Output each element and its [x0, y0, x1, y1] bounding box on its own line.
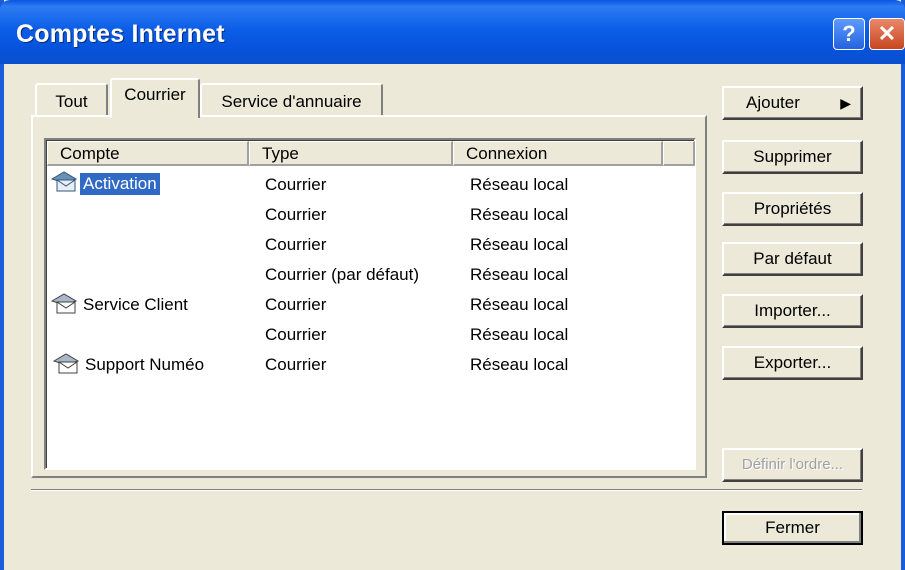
close-button[interactable]: Fermer	[722, 511, 863, 545]
tab-courrier[interactable]: Courrier	[110, 78, 200, 118]
help-icon: ?	[842, 21, 856, 46]
column-header-type[interactable]: Type	[249, 141, 453, 166]
window-title: Comptes Internet	[16, 20, 225, 48]
column-header-connexion[interactable]: Connexion	[453, 141, 663, 166]
mail-account-icon	[50, 293, 78, 314]
title-bar[interactable]: Comptes Internet ? ✕	[0, 0, 905, 64]
properties-button[interactable]: Propriétés	[722, 192, 863, 226]
row-connection: Réseau local	[470, 295, 569, 314]
mail-account-icon	[52, 353, 80, 374]
row-type: Courrier	[265, 325, 327, 344]
close-window-button[interactable]: ✕	[869, 18, 905, 50]
row-type: Courrier	[265, 295, 327, 314]
accounts-list[interactable]: Compte Type Connexion Activation Courrie…	[44, 138, 696, 470]
row-type: Courrier	[265, 175, 327, 194]
account-name-activation[interactable]: Activation	[80, 173, 160, 195]
row-connection: Réseau local	[470, 205, 569, 224]
column-label: Connexion	[466, 144, 548, 163]
remove-button[interactable]: Supprimer	[722, 140, 863, 174]
row-connection: Réseau local	[470, 265, 569, 284]
set-default-button[interactable]: Par défaut	[722, 242, 863, 276]
row-type: Courrier	[265, 235, 327, 254]
tab-label: Courrier	[124, 85, 186, 104]
add-button-label: Ajouter	[746, 93, 800, 112]
import-button[interactable]: Importer...	[722, 294, 863, 328]
column-header-filler	[663, 141, 695, 166]
column-label: Type	[262, 144, 299, 163]
add-button[interactable]: Ajouter ▶	[722, 86, 863, 120]
submenu-arrow-icon: ▶	[840, 95, 851, 111]
help-button[interactable]: ?	[833, 18, 865, 50]
row-connection: Réseau local	[470, 355, 569, 374]
row-type: Courrier	[265, 355, 327, 374]
tab-label: Tout	[55, 92, 88, 111]
row-type: Courrier (par défaut)	[265, 265, 420, 284]
accounts-list-inner: Compte Type Connexion Activation Courrie…	[46, 140, 695, 468]
close-icon: ✕	[877, 21, 897, 46]
tab-label: Service d'annuaire	[221, 92, 362, 111]
row-connection: Réseau local	[470, 235, 569, 254]
tab-tout[interactable]: Tout	[35, 83, 108, 117]
separator-line	[31, 489, 862, 491]
mail-account-icon	[50, 171, 78, 192]
column-label: Compte	[60, 144, 120, 163]
account-name-support-numeo[interactable]: Support Numéo	[85, 355, 204, 375]
row-connection: Réseau local	[470, 325, 569, 344]
column-header-compte[interactable]: Compte	[47, 141, 249, 166]
account-name-service-client[interactable]: Service Client	[83, 295, 188, 315]
export-button[interactable]: Exporter...	[722, 346, 863, 380]
tab-service-annuaire[interactable]: Service d'annuaire	[200, 83, 383, 117]
set-order-button[interactable]: Définir l'ordre...	[722, 448, 863, 482]
row-connection: Réseau local	[470, 175, 569, 194]
row-type: Courrier	[265, 205, 327, 224]
